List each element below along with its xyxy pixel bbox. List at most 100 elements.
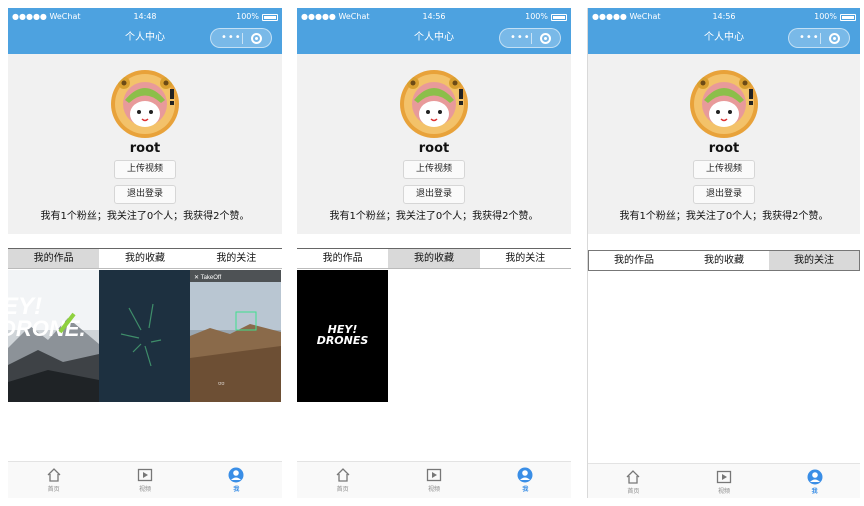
- tab-my-following[interactable]: 我的关注: [190, 249, 282, 268]
- battery-icon: [551, 13, 567, 21]
- battery-icon: [840, 13, 856, 21]
- menu-capsule[interactable]: •••: [788, 28, 850, 48]
- profile-stats: 我有1个粉丝；我关注了0个人；我获得2个赞。: [619, 211, 829, 222]
- tabbar-home[interactable]: 首页: [588, 464, 679, 498]
- video-thumbnail-drone-snow[interactable]: EY!DRONE.: [8, 270, 99, 402]
- phone-screen-following: ●●●●● WeChat 14:56 100% 个人中心 ••• root 上传…: [587, 8, 860, 498]
- username: root: [129, 141, 161, 156]
- nav-bar: ●●●●● WeChat 14:56 100% 个人中心 •••: [588, 8, 860, 54]
- tabbar-me[interactable]: 我: [191, 462, 282, 498]
- tab-my-works[interactable]: 我的作品: [589, 251, 679, 270]
- home-icon: [626, 470, 640, 484]
- avatar: [690, 70, 758, 138]
- battery-indicator: 100%: [814, 10, 856, 24]
- tabbar-home[interactable]: 首页: [8, 462, 99, 498]
- tabbar-label: 视频: [718, 488, 731, 495]
- tabbar-label: 视频: [138, 486, 151, 493]
- battery-percent: 100%: [814, 12, 837, 21]
- phone-screen-favorites: ●●●●● WeChat 14:56 100% 个人中心 ••• root 上传…: [297, 8, 571, 498]
- logout-button[interactable]: 退出登录: [114, 185, 176, 204]
- tabbar-me[interactable]: 我: [769, 464, 860, 498]
- tab-my-works[interactable]: 我的作品: [8, 249, 100, 268]
- battery-indicator: 100%: [525, 10, 567, 24]
- avatar: [111, 70, 179, 138]
- bottom-tab-bar: 首页 视频 我: [297, 461, 571, 498]
- close-mini-program-icon[interactable]: [251, 33, 262, 44]
- tabbar-video[interactable]: 视频: [388, 462, 479, 498]
- tab-my-favorites[interactable]: 我的收藏: [679, 251, 769, 270]
- battery-percent: 100%: [236, 12, 259, 21]
- close-mini-program-icon[interactable]: [540, 33, 551, 44]
- nav-bar: ●●●●● WeChat 14:48 100% 个人中心 •••: [8, 8, 282, 54]
- menu-capsule[interactable]: •••: [499, 28, 561, 48]
- logout-button[interactable]: 退出登录: [693, 185, 755, 204]
- video-grid: HEY! DRONES: [297, 270, 571, 402]
- video-thumbnail-hey-drones[interactable]: HEY! DRONES: [297, 270, 388, 402]
- tab-my-favorites[interactable]: 我的收藏: [388, 249, 480, 268]
- logout-button[interactable]: 退出登录: [403, 185, 465, 204]
- user-icon: [228, 467, 244, 483]
- more-icon[interactable]: •••: [510, 32, 531, 44]
- status-bar: ●●●●● WeChat 14:48 100%: [12, 10, 278, 24]
- bottom-tab-bar: 首页 视频 我: [8, 461, 282, 498]
- nav-bar: ●●●●● WeChat 14:56 100% 个人中心 •••: [297, 8, 571, 54]
- capsule-divider: [820, 33, 821, 44]
- battery-icon: [262, 13, 278, 21]
- tab-my-works[interactable]: 我的作品: [297, 249, 389, 268]
- tabbar-label: 视频: [427, 486, 440, 493]
- menu-capsule[interactable]: •••: [210, 28, 272, 48]
- bottom-tab-bar: 首页 视频 我: [588, 463, 860, 498]
- svg-text:✕ TakeOff: ✕ TakeOff: [194, 275, 221, 281]
- tab-my-following[interactable]: 我的关注: [769, 251, 859, 270]
- more-icon[interactable]: •••: [799, 32, 820, 44]
- profile-stats: 我有1个粉丝；我关注了0个人；我获得2个赞。: [40, 211, 250, 222]
- capsule-divider: [242, 33, 243, 44]
- tabbar-video[interactable]: 视频: [679, 464, 770, 498]
- tab-my-following[interactable]: 我的关注: [479, 249, 571, 268]
- video-grid: EY!DRONE. ✕ TakeOff ▫▫: [8, 270, 282, 402]
- content-tabs: 我的作品 我的收藏 我的关注: [297, 248, 571, 269]
- content-tabs: 我的作品 我的收藏 我的关注: [8, 248, 282, 269]
- svg-text:▫▫: ▫▫: [218, 378, 224, 388]
- tabbar-video[interactable]: 视频: [99, 462, 190, 498]
- more-icon[interactable]: •••: [221, 32, 242, 44]
- tabbar-me[interactable]: 我: [480, 462, 571, 498]
- profile-section: root 上传视频 退出登录 我有1个粉丝；我关注了0个人；我获得2个赞。: [588, 54, 860, 234]
- tabbar-label: 我: [811, 488, 818, 495]
- video-icon: [137, 468, 153, 482]
- svg-text:DRONE.: DRONE.: [8, 316, 86, 341]
- upload-video-button[interactable]: 上传视频: [693, 160, 755, 179]
- logo-line-2: DRONES: [316, 334, 369, 347]
- close-mini-program-icon[interactable]: [829, 33, 840, 44]
- profile-section: root 上传视频 退出登录 我有1个粉丝；我关注了0个人；我获得2个赞。: [297, 54, 571, 234]
- tabbar-label: 我: [522, 486, 529, 493]
- status-bar: ●●●●● WeChat 14:56 100%: [592, 10, 856, 24]
- status-bar: ●●●●● WeChat 14:56 100%: [301, 10, 567, 24]
- video-icon: [426, 468, 442, 482]
- home-icon: [336, 468, 350, 482]
- username: root: [708, 141, 740, 156]
- video-icon: [716, 470, 732, 484]
- user-icon: [807, 469, 823, 485]
- profile-stats: 我有1个粉丝；我关注了0个人；我获得2个赞。: [329, 211, 539, 222]
- username: root: [418, 141, 450, 156]
- tabbar-home[interactable]: 首页: [297, 462, 388, 498]
- video-thumbnail-dark-lines[interactable]: [99, 270, 190, 402]
- user-icon: [517, 467, 533, 483]
- battery-indicator: 100%: [236, 10, 278, 24]
- tabbar-label: 首页: [47, 486, 60, 493]
- tabbar-label: 首页: [627, 488, 640, 495]
- tabbar-label: 首页: [336, 486, 349, 493]
- profile-section: root 上传视频 退出登录 我有1个粉丝；我关注了0个人；我获得2个赞。: [8, 54, 282, 234]
- tabbar-label: 我: [233, 486, 240, 493]
- tab-my-favorites[interactable]: 我的收藏: [99, 249, 191, 268]
- home-icon: [47, 468, 61, 482]
- video-thumbnail-drone-view[interactable]: ✕ TakeOff ▫▫: [190, 270, 281, 402]
- avatar: [400, 70, 468, 138]
- battery-percent: 100%: [525, 12, 548, 21]
- thumbnail-logo-text: HEY! DRONES: [297, 324, 388, 346]
- phone-screen-works: ●●●●● WeChat 14:48 100% 个人中心 ••• root 上传…: [8, 8, 282, 498]
- content-tabs: 我的作品 我的收藏 我的关注: [588, 250, 860, 271]
- upload-video-button[interactable]: 上传视频: [403, 160, 465, 179]
- upload-video-button[interactable]: 上传视频: [114, 160, 176, 179]
